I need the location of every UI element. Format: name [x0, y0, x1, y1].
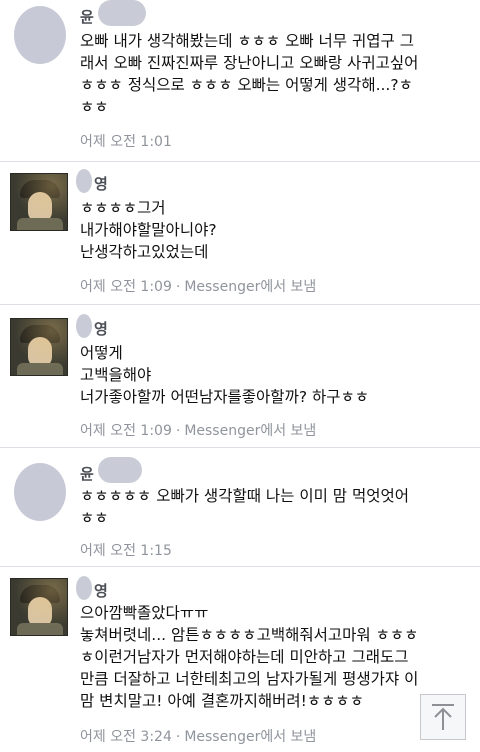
message-time: 어제 오전 1:15: [80, 543, 172, 559]
message-time: 어제 오전 1:09: [80, 423, 172, 439]
scroll-to-top-button[interactable]: [420, 694, 466, 740]
message-item: 영 어떻게 고백을해야 너가좋아할까 어떤남자를좋아할까? 하구ㅎㅎ 어제 오전…: [0, 306, 480, 448]
message-meta: 어제 오전 1:09 · Messenger에서 보냄: [80, 276, 316, 296]
photo-avatar[interactable]: [10, 318, 68, 376]
message-line: ㅎㅎ: [80, 509, 109, 527]
arrow-up-icon: [432, 704, 454, 730]
meta-separator: ·: [175, 279, 181, 295]
message-line: ㅎㅎㅎㅎㅎ 오빠가 생각할때 나는 이미 맘 먹엇엇어: [80, 487, 410, 505]
message-meta: 어제 오전 1:01: [80, 131, 172, 151]
message-via: Messenger에서 보냄: [184, 279, 317, 295]
message-item: 영 ㅎㅎㅎㅎ그거 내가해야할말아니야? 난생각하고있었는데 어제 오전 1:09…: [0, 163, 480, 305]
message-via: Messenger에서 보냄: [184, 423, 317, 439]
name-redaction: [98, 0, 146, 26]
message-line: ㅎㅎㅎㅎ그거: [80, 199, 166, 217]
name-redaction: [76, 169, 92, 193]
name-redaction: [98, 457, 142, 483]
message-body: ㅎㅎㅎㅎ그거 내가해야할말아니야? 난생각하고있었는데: [80, 197, 465, 263]
message-line: 맘 변치말고! 아예 결혼까지해버려!ㅎㅎㅎㅎ: [80, 692, 364, 710]
message-line: 내가해야할말아니야?: [80, 221, 217, 239]
sender-name[interactable]: 윤: [80, 8, 94, 26]
sender-name[interactable]: 영: [94, 175, 108, 193]
message-time: 어제 오전 1:09: [80, 279, 172, 295]
message-line: 고백을해야: [80, 366, 152, 384]
meta-separator: ·: [175, 423, 181, 439]
message-line: 오빠 내가 생각해봤는데 ㅎㅎㅎ 오빠 너무 귀엽구 그: [80, 32, 414, 50]
message-line: 어떻게: [80, 344, 123, 362]
sender-name[interactable]: 윤: [80, 465, 94, 483]
message-item: 윤 ㅎㅎㅎㅎㅎ 오빠가 생각할때 나는 이미 맘 먹엇엇어 ㅎㅎ 어제 오전 1…: [0, 449, 480, 567]
message-item: 윤 오빠 내가 생각해봤는데 ㅎㅎㅎ 오빠 너무 귀엽구 그 래서 오빠 진짜진…: [0, 0, 480, 162]
sender-row: 영: [76, 314, 108, 340]
avatar-glow: [11, 579, 67, 635]
photo-avatar[interactable]: [10, 578, 68, 636]
avatar-glow: [11, 174, 67, 230]
photo-avatar[interactable]: [10, 173, 68, 231]
message-body: 오빠 내가 생각해봤는데 ㅎㅎㅎ 오빠 너무 귀엽구 그 래서 오빠 진짜진짜루…: [80, 30, 465, 118]
message-meta: 어제 오전 1:09 · Messenger에서 보냄: [80, 420, 316, 440]
name-redaction: [76, 314, 92, 338]
message-thread: 윤 오빠 내가 생각해봤는데 ㅎㅎㅎ 오빠 너무 귀엽구 그 래서 오빠 진짜진…: [0, 0, 480, 752]
message-line: ㅎ이런거남자가 먼저해야하는데 미안하고 그래도그: [80, 648, 409, 666]
sender-row: 영: [76, 169, 108, 195]
message-body: 어떻게 고백을해야 너가좋아할까 어떤남자를좋아할까? 하구ㅎㅎ: [80, 342, 465, 408]
message-line: 너가좋아할까 어떤남자를좋아할까? 하구ㅎㅎ: [80, 388, 370, 406]
message-line: 난생각하고있었는데: [80, 243, 209, 261]
sender-row: 윤: [80, 0, 146, 28]
sender-row: 윤: [80, 457, 142, 485]
message-time: 어제 오전 3:24: [80, 729, 172, 745]
message-meta: 어제 오전 1:15: [80, 540, 172, 560]
message-line: 놓쳐버렷네... 암튼ㅎㅎㅎㅎ고백해줘서고마워 ㅎㅎㅎ: [80, 626, 419, 644]
sender-name[interactable]: 영: [94, 320, 108, 338]
avatar-glow: [11, 319, 67, 375]
message-body: ㅎㅎㅎㅎㅎ 오빠가 생각할때 나는 이미 맘 먹엇엇어 ㅎㅎ: [80, 485, 465, 529]
meta-separator: ·: [175, 729, 181, 745]
blurred-avatar[interactable]: [14, 6, 66, 64]
name-redaction: [76, 576, 92, 600]
message-item: 영 으아깜빡졸았다ㅠㅠ 놓쳐버렷네... 암튼ㅎㅎㅎㅎ고백해줘서고마워 ㅎㅎㅎ …: [0, 568, 480, 752]
message-line: 만큼 더잘하고 너한테최고의 남자가될게 평생가쟈 이: [80, 670, 419, 688]
message-time: 어제 오전 1:01: [80, 134, 172, 150]
sender-row: 영: [76, 576, 108, 602]
message-line: ㅎㅎㅎ 정식으로 ㅎㅎㅎ 오빠는 어떻게 생각해...?ㅎ: [80, 76, 413, 94]
message-body: 으아깜빡졸았다ㅠㅠ 놓쳐버렷네... 암튼ㅎㅎㅎㅎ고백해줘서고마워 ㅎㅎㅎ ㅎ이…: [80, 602, 465, 712]
blurred-avatar[interactable]: [14, 463, 66, 521]
message-via: Messenger에서 보냄: [184, 729, 317, 745]
message-line: 래서 오빠 진짜진짜루 장난아니고 오빠랑 사귀고싶어: [80, 54, 419, 72]
message-line: 으아깜빡졸았다ㅠㅠ: [80, 604, 209, 622]
message-meta: 어제 오전 3:24 · Messenger에서 보냄: [80, 726, 316, 746]
sender-name[interactable]: 영: [94, 582, 108, 600]
message-line: ㅎㅎ: [80, 98, 109, 116]
